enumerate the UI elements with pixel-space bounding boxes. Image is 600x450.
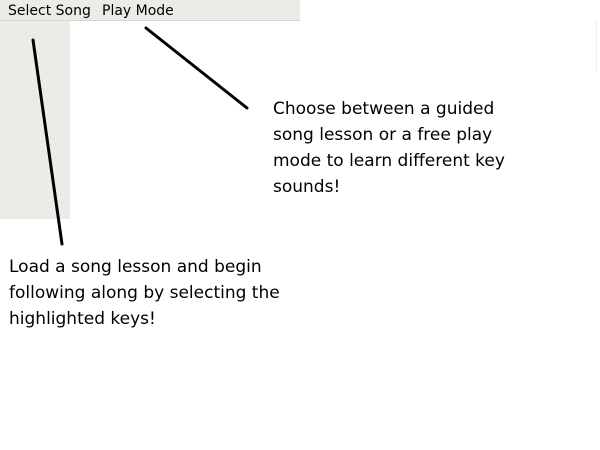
select-song-annotation: Load a song lesson and begin following a… xyxy=(9,257,280,329)
select-song-menu[interactable]: Select Song xyxy=(8,3,91,19)
window-edge xyxy=(596,20,597,70)
play-mode-pointer-line xyxy=(144,26,249,110)
side-panel xyxy=(0,21,70,219)
menu-bar: Select Song Play Mode xyxy=(0,0,300,21)
play-mode-menu[interactable]: Play Mode xyxy=(102,3,174,19)
play-mode-annotation: Choose between a guided song lesson or a… xyxy=(273,99,505,197)
annotation-lines xyxy=(31,26,249,246)
